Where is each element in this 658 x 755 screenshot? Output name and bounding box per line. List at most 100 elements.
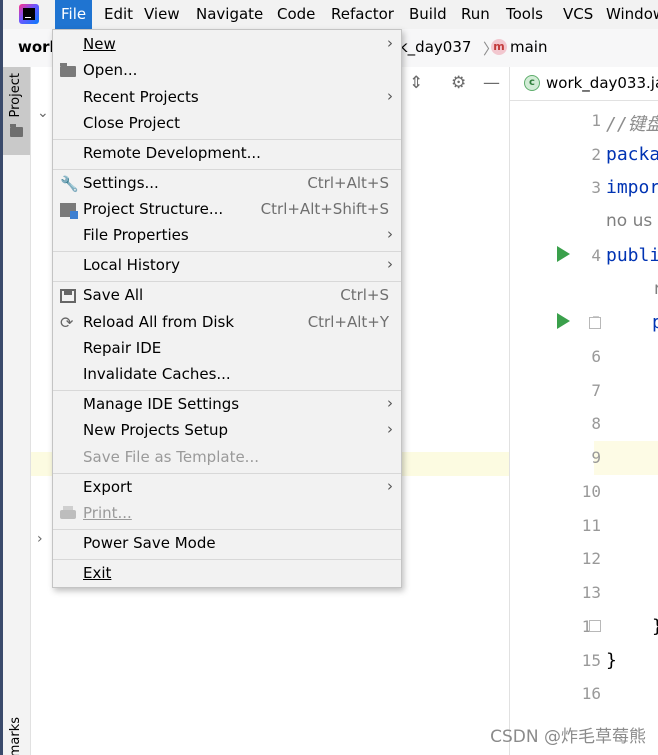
- code-public-class[interactable]: publi: [606, 245, 658, 266]
- printer-icon: [60, 506, 76, 519]
- menu-item-open[interactable]: Open...: [53, 58, 401, 84]
- ide-window: File Edit View Navigate Code Refactor Bu…: [0, 0, 658, 755]
- intellij-logo-icon: [19, 4, 39, 24]
- menu-code[interactable]: Code: [271, 0, 321, 29]
- collapse-all-icon[interactable]: ⇕: [409, 73, 423, 93]
- menu-edit[interactable]: Edit: [98, 0, 139, 29]
- run-icon[interactable]: [557, 246, 570, 262]
- submenu-arrow-icon: ›: [387, 420, 393, 438]
- project-tool-tab[interactable]: Project: [3, 67, 30, 155]
- menu-item-remote-development[interactable]: Remote Development...: [53, 141, 401, 167]
- run-icon[interactable]: [557, 313, 570, 329]
- fold-icon[interactable]: [589, 620, 601, 632]
- menu-item-export[interactable]: Export ›: [53, 475, 401, 501]
- menu-item-print: Print...: [53, 501, 401, 527]
- line-number: 15: [581, 651, 601, 670]
- menu-item-local-history[interactable]: Local History ›: [53, 253, 401, 279]
- menu-item-power-save-mode[interactable]: Power Save Mode: [53, 531, 401, 557]
- submenu-arrow-icon: ›: [387, 87, 393, 105]
- menu-item-manage-ide-settings[interactable]: Manage IDE Settings ›: [53, 392, 401, 418]
- line-number: 3: [591, 178, 601, 197]
- menu-separator: [53, 559, 401, 560]
- usages-hint-2: r: [654, 279, 658, 299]
- editor-tab-title: work_day033.ja: [546, 74, 658, 92]
- menu-item-reload-all[interactable]: ⟳ Reload All from Disk Ctrl+Alt+Y: [53, 310, 401, 336]
- menu-item-new[interactable]: New ›: [53, 32, 401, 58]
- menu-bar: File Edit View Navigate Code Refactor Bu…: [3, 0, 658, 30]
- submenu-arrow-icon: ›: [387, 255, 393, 273]
- reload-icon: ⟳: [60, 313, 74, 332]
- menu-window[interactable]: Window: [600, 0, 658, 29]
- code-editor: c work_day033.ja 1 2 3 4 5 6 7 8 9 10 11…: [509, 67, 658, 755]
- menu-view[interactable]: View: [138, 0, 186, 29]
- wrench-icon: 🔧: [60, 175, 79, 193]
- line-number: 2: [591, 145, 601, 164]
- line-number: 6: [591, 347, 601, 366]
- fold-icon[interactable]: [589, 317, 601, 329]
- submenu-arrow-icon: ›: [387, 394, 393, 412]
- menu-item-recent-projects[interactable]: Recent Projects ›: [53, 85, 401, 111]
- menu-separator: [53, 251, 401, 252]
- line-number: 16: [581, 684, 601, 703]
- project-structure-icon: [60, 203, 78, 219]
- project-tab-label: Project: [8, 73, 23, 118]
- bookmarks-tab-label[interactable]: marks: [8, 717, 26, 755]
- code-package[interactable]: packa: [606, 144, 658, 165]
- menu-item-file-properties[interactable]: File Properties ›: [53, 223, 401, 249]
- menu-file[interactable]: File: [55, 0, 93, 29]
- open-folder-icon: [60, 63, 76, 77]
- save-icon: [60, 289, 76, 303]
- left-tool-stripe: Project marks: [3, 67, 31, 755]
- menu-item-new-projects-setup[interactable]: New Projects Setup ›: [53, 418, 401, 444]
- breadcrumb-method[interactable]: main: [510, 38, 547, 56]
- submenu-arrow-icon: ›: [387, 225, 393, 243]
- line-number: 12: [581, 549, 601, 568]
- menu-refactor[interactable]: Refactor: [325, 0, 400, 29]
- menu-separator: [53, 281, 401, 282]
- menu-separator: [53, 529, 401, 530]
- code-comment[interactable]: //键盘: [606, 110, 658, 136]
- usages-hint: no us: [606, 211, 653, 231]
- folder-icon: [10, 124, 23, 137]
- menu-separator: [53, 473, 401, 474]
- watermark: CSDN @炸毛草莓熊: [490, 727, 646, 747]
- file-menu-dropdown: New › Open... Recent Projects › Close Pr…: [52, 29, 402, 588]
- menu-navigate[interactable]: Navigate: [190, 0, 269, 29]
- editor-tab[interactable]: c work_day033.ja: [510, 67, 658, 101]
- menu-item-close-project[interactable]: Close Project: [53, 111, 401, 137]
- line-number: 9: [591, 448, 601, 467]
- menu-item-project-structure[interactable]: Project Structure... Ctrl+Alt+Shift+S: [53, 197, 401, 223]
- collapse-chevron-icon[interactable]: ›: [37, 531, 43, 547]
- menu-tools[interactable]: Tools: [500, 0, 549, 29]
- menu-vcs[interactable]: VCS: [557, 0, 599, 29]
- minimize-icon[interactable]: —: [483, 73, 500, 93]
- menu-separator: [53, 169, 401, 170]
- code-brace-inner[interactable]: }: [652, 616, 658, 637]
- menu-item-invalidate-caches[interactable]: Invalidate Caches...: [53, 362, 401, 388]
- menu-item-exit[interactable]: Exit: [53, 561, 401, 587]
- code-brace-outer[interactable]: }: [606, 650, 617, 671]
- breadcrumb-file[interactable]: k_day037: [399, 38, 471, 56]
- menu-item-repair-ide[interactable]: Repair IDE: [53, 336, 401, 362]
- menu-run[interactable]: Run: [455, 0, 496, 29]
- line-number: 10: [581, 482, 601, 501]
- line-number: 1: [591, 111, 601, 130]
- submenu-arrow-icon: ›: [387, 477, 393, 495]
- code-public-method[interactable]: p: [652, 312, 658, 333]
- line-number: 8: [591, 414, 601, 433]
- gear-icon[interactable]: ⚙: [451, 73, 466, 93]
- menu-item-save-all[interactable]: Save All Ctrl+S: [53, 283, 401, 309]
- menu-item-save-file-as-template: Save File as Template...: [83, 448, 259, 466]
- menu-build[interactable]: Build: [403, 0, 453, 29]
- menu-separator: [53, 390, 401, 391]
- code-import[interactable]: impor: [606, 177, 658, 198]
- method-icon: m: [491, 39, 507, 55]
- line-number: 7: [591, 381, 601, 400]
- submenu-arrow-icon: ›: [387, 34, 393, 52]
- java-class-icon: c: [524, 75, 540, 91]
- line-number: 13: [581, 583, 601, 602]
- menu-item-settings[interactable]: 🔧 Settings... Ctrl+Alt+S: [53, 171, 401, 197]
- menu-separator: [53, 139, 401, 140]
- expand-chevron-icon[interactable]: ⌄: [37, 105, 49, 121]
- line-number: 11: [581, 516, 601, 535]
